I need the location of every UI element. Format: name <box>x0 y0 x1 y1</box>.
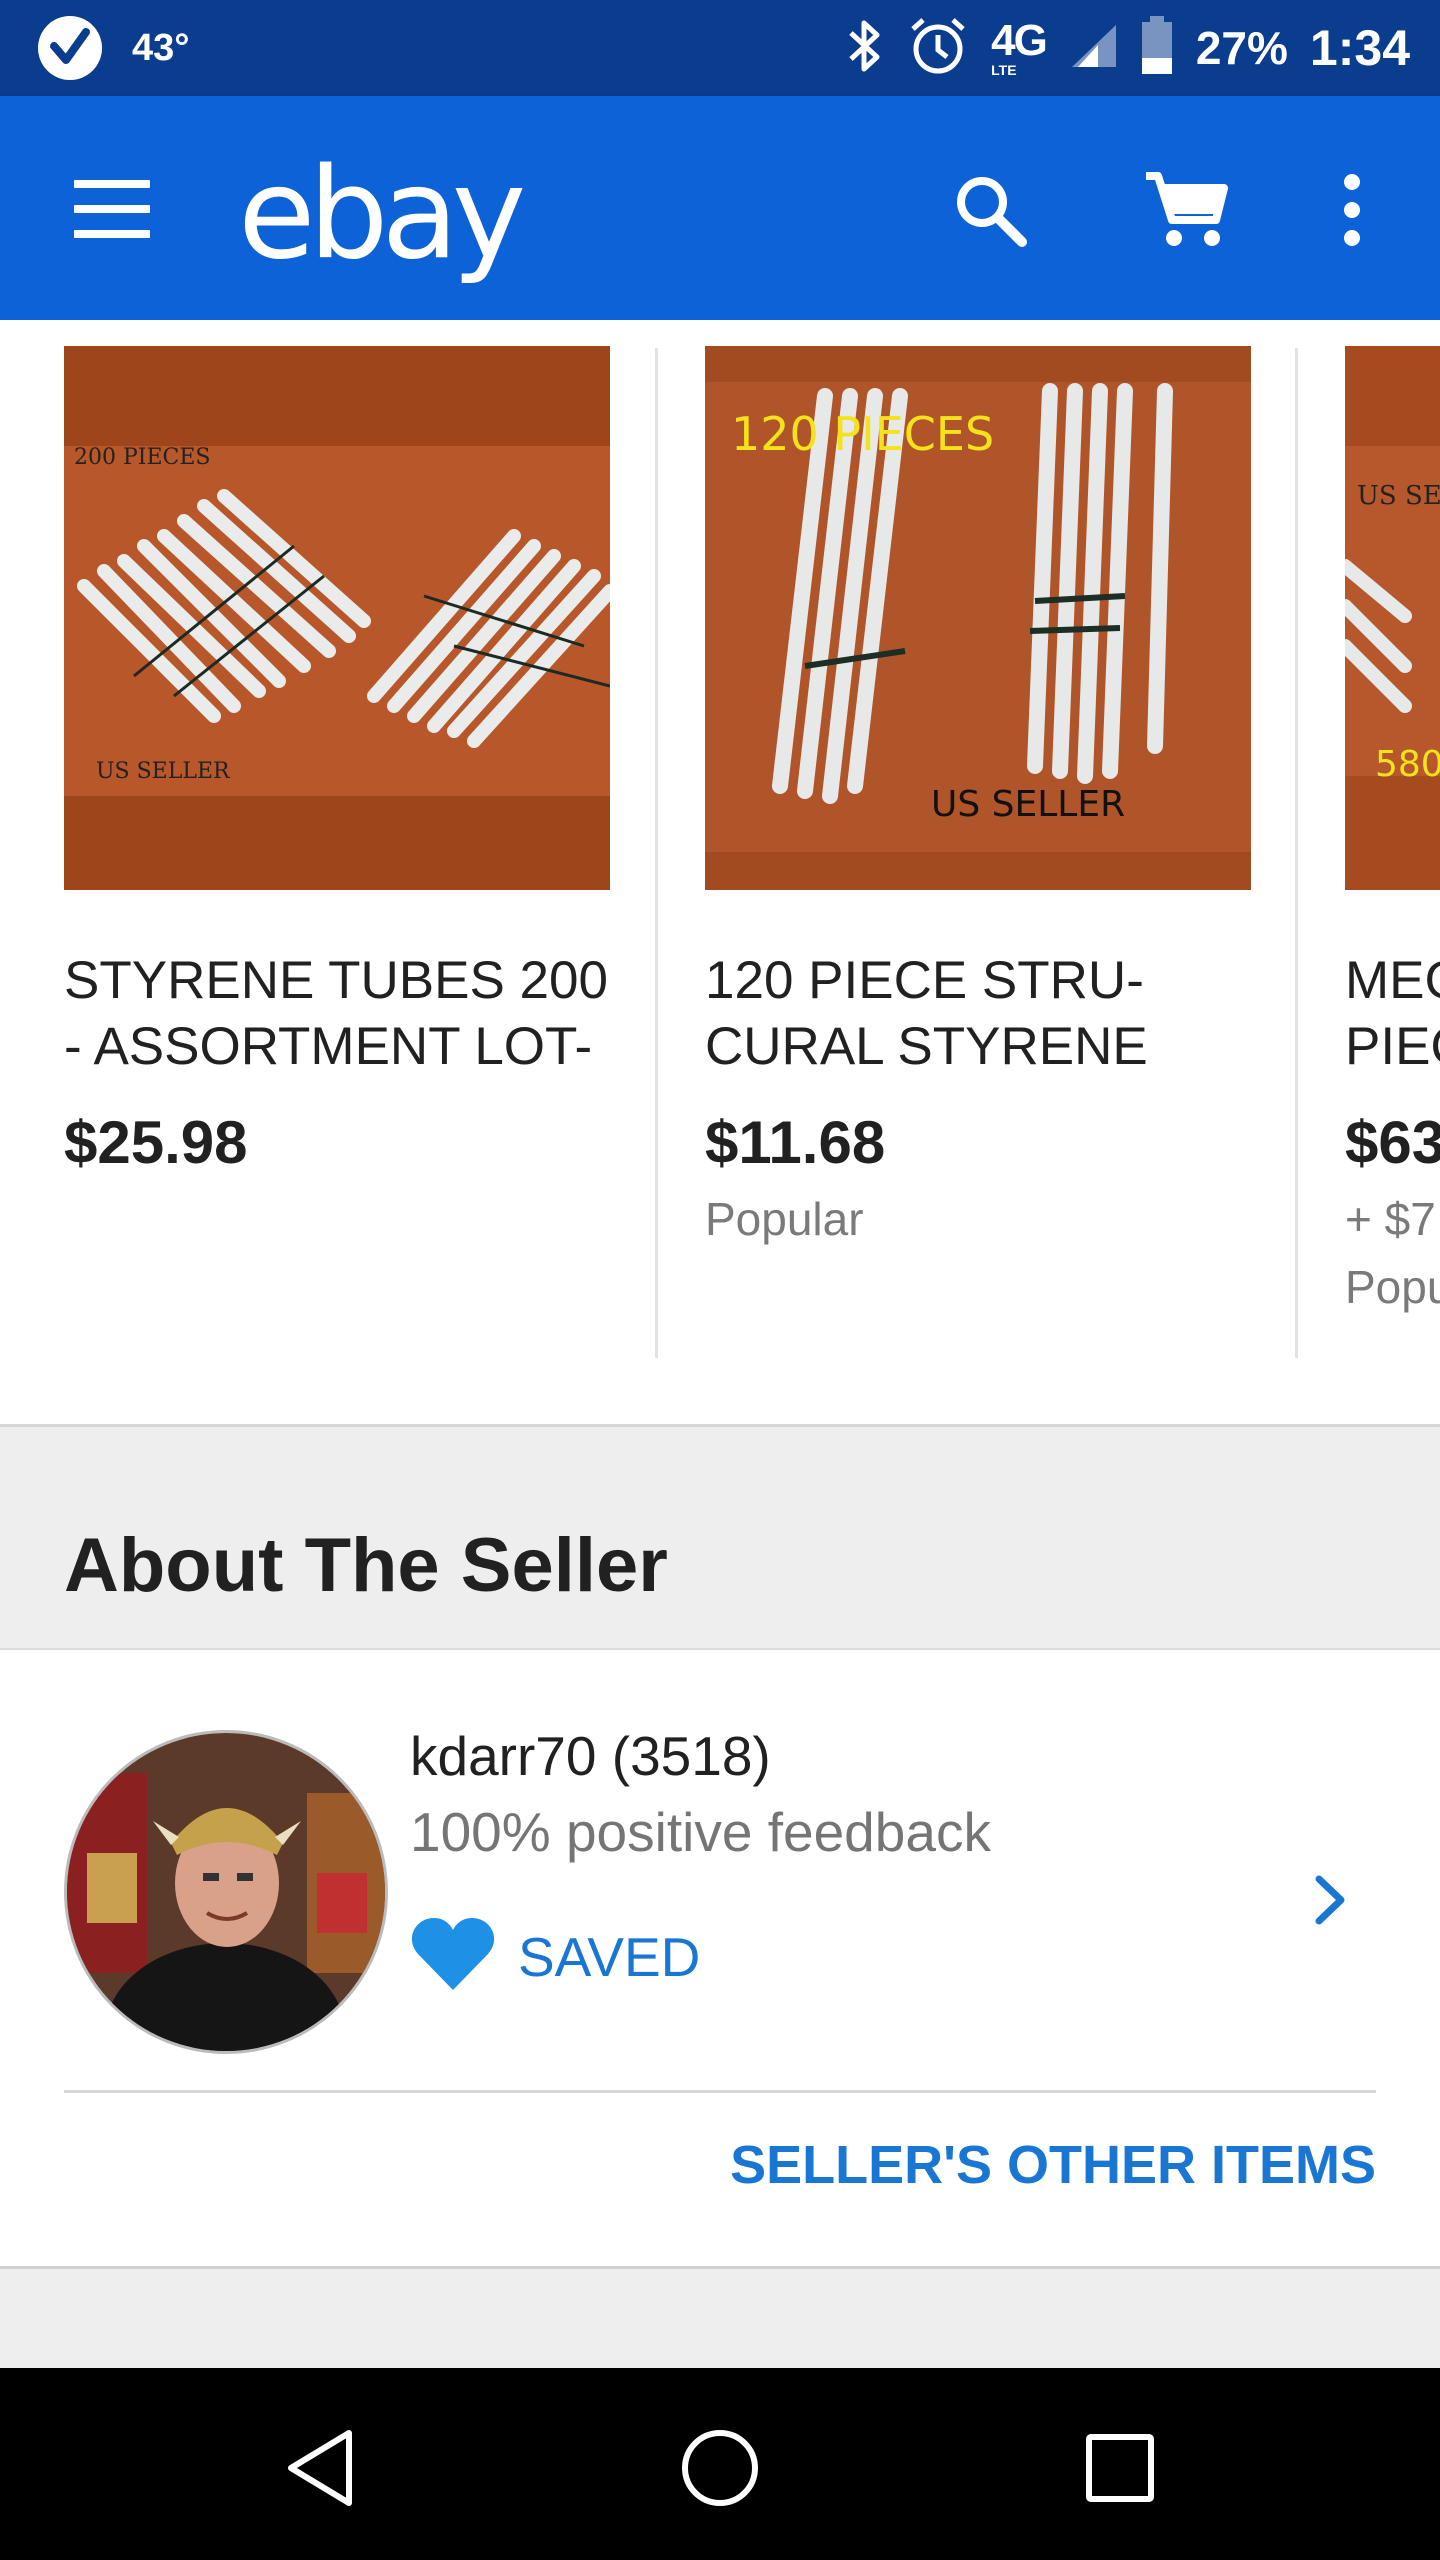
image-caption-top: 200 PIECES <box>74 445 211 470</box>
listing-price: $11.68 <box>705 1109 886 1176</box>
home-icon[interactable] <box>660 2408 780 2528</box>
system-nav-bar <box>0 2368 1440 2560</box>
about-seller-heading: About The Seller <box>64 1523 668 1608</box>
carrier-logo-icon <box>38 16 102 80</box>
temperature-text: 43° <box>132 26 190 69</box>
cart-icon[interactable] <box>1136 160 1236 260</box>
listing-image[interactable]: US SE 580 <box>1345 346 1440 890</box>
seller-card: kdarr70 (3518) 100% positive feedback SA… <box>0 1648 1440 2269</box>
seller-name[interactable]: kdarr70 (3518) <box>410 1724 771 1788</box>
listing-price: $63 <box>1345 1109 1440 1176</box>
bluetooth-icon <box>845 17 885 80</box>
image-caption-bottom: US SELLER <box>931 784 1125 825</box>
popular-badge: Popular <box>705 1193 864 1245</box>
search-icon[interactable] <box>940 160 1040 260</box>
seller-feedback: 100% positive feedback <box>410 1801 991 1863</box>
recents-icon[interactable] <box>1060 2408 1180 2528</box>
listing-card[interactable]: 120 PIECES US SELLER 120 PIECE STRU- CUR… <box>705 346 1251 1346</box>
status-right: 4G LTE 27% 1:34 <box>823 15 1410 82</box>
clock-text: 1:34 <box>1309 20 1410 76</box>
image-caption-bottom: US SELLER <box>96 759 231 784</box>
network-sub-text: LTE <box>991 62 1017 78</box>
more-vert-icon[interactable] <box>1302 160 1402 260</box>
sellers-other-items-link[interactable]: SELLER'S OTHER ITEMS <box>730 2134 1376 2196</box>
saved-label: SAVED <box>518 1925 701 1988</box>
network-indicator: 4G LTE <box>991 16 1048 78</box>
status-left: 43° <box>38 16 189 80</box>
saved-seller-button[interactable]: SAVED <box>410 1916 700 1997</box>
listing-shipping: + $7 <box>1345 1193 1436 1245</box>
seller-avatar[interactable] <box>64 1730 388 2054</box>
listing-image[interactable]: 200 PIECES US SELLER <box>64 346 610 890</box>
listing-price: $25.98 <box>64 1109 248 1176</box>
listing-card[interactable]: 200 PIECES US SELLER STYRENE TUBES 200 -… <box>64 346 610 1346</box>
popular-badge: Popu <box>1345 1261 1440 1313</box>
listing-card[interactable]: US SE 580 MEG PIEC $63 + $7 Popu <box>1345 346 1440 1346</box>
app-bar: ebay <box>0 96 1440 320</box>
listing-title[interactable]: MEG PIEC <box>1345 948 1440 1080</box>
battery-icon <box>1140 15 1174 81</box>
status-bar: 43° 4G LTE 27% 1:34 <box>0 0 1440 96</box>
divider <box>64 2090 1376 2093</box>
listing-title[interactable]: STYRENE TUBES 200 - ASSORTMENT LOT- <box>64 948 624 1080</box>
listing-image[interactable]: 120 PIECES US SELLER <box>705 346 1251 890</box>
similar-items-carousel[interactable]: 200 PIECES US SELLER STYRENE TUBES 200 -… <box>0 320 1440 1427</box>
signal-icon <box>1068 21 1118 76</box>
image-caption-bottom: 580 <box>1375 744 1440 785</box>
battery-percent-text: 27% <box>1195 22 1288 74</box>
image-caption-top: US SE <box>1357 481 1440 511</box>
menu-icon[interactable] <box>74 180 150 238</box>
network-type-text: 4G <box>991 16 1048 65</box>
listing-title[interactable]: 120 PIECE STRU- CURAL STYRENE <box>705 948 1265 1080</box>
ebay-logo[interactable]: ebay <box>238 140 526 287</box>
card-divider <box>1295 348 1298 1358</box>
alarm-icon <box>907 15 969 82</box>
back-icon[interactable] <box>260 2408 380 2528</box>
image-caption-top: 120 PIECES <box>731 407 994 461</box>
card-divider <box>655 348 658 1358</box>
chevron-right-icon[interactable] <box>1300 1860 1360 1940</box>
heart-icon <box>410 1916 496 1997</box>
